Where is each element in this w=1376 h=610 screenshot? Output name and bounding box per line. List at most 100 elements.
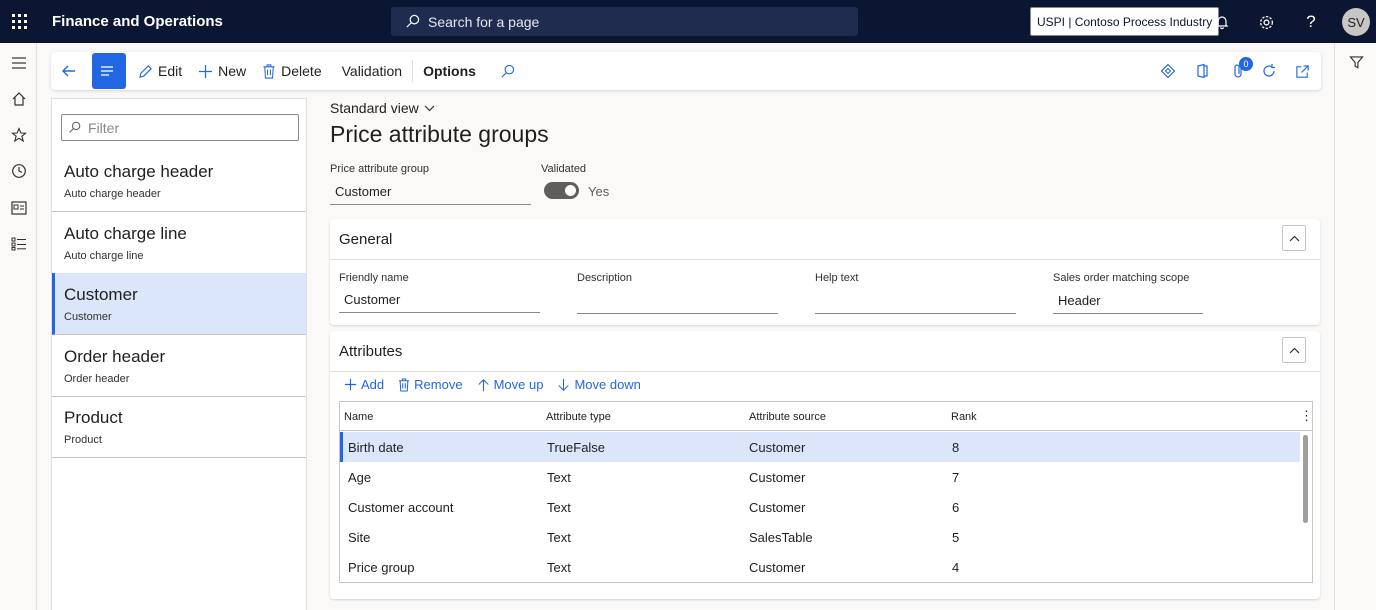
list-panel: Filter Auto charge header Auto charge he… [51, 98, 307, 610]
modules-icon[interactable] [10, 235, 28, 253]
trash-icon [263, 63, 275, 79]
divider [412, 60, 414, 82]
grid-scrollbar[interactable] [1303, 435, 1308, 523]
help-text-field[interactable] [815, 291, 1016, 314]
move-down-button[interactable]: Move down [557, 377, 641, 392]
page-title: Price attribute groups [330, 121, 549, 147]
list-item-selected[interactable]: Customer Customer [52, 273, 306, 335]
list-item-subtitle: Auto charge line [64, 250, 144, 262]
office-icon[interactable] [1192, 61, 1212, 81]
add-button[interactable]: Add [344, 377, 384, 392]
home-icon[interactable] [10, 90, 28, 108]
column-header-attribute-type[interactable]: Attribute type [546, 411, 611, 423]
bell-icon[interactable] [1210, 10, 1234, 34]
view-selector[interactable]: Standard view [330, 100, 435, 116]
cell-attribute-source: Customer [749, 500, 806, 515]
validated-toggle[interactable] [544, 182, 579, 199]
general-collapse-button[interactable] [1282, 225, 1306, 251]
table-row[interactable]: Birth date TrueFalse Customer 8 [340, 432, 1300, 462]
cell-attribute-type: Text [547, 500, 571, 515]
clock-icon[interactable] [10, 162, 28, 180]
app-launcher-icon[interactable] [0, 0, 38, 43]
avatar[interactable]: SV [1342, 8, 1370, 36]
help-icon[interactable]: ? [1299, 10, 1323, 34]
cell-name: Birth date [348, 440, 404, 455]
column-options-icon[interactable]: ⋮ [1300, 408, 1313, 424]
list-item-title: Order header [64, 347, 166, 366]
list-item-subtitle: Customer [64, 311, 112, 323]
right-pane-strip [1334, 43, 1376, 610]
plus-icon [199, 64, 213, 78]
cell-rank: 4 [952, 560, 960, 575]
price-attribute-group-label: Price attribute group [330, 163, 430, 175]
description-field[interactable] [577, 291, 778, 314]
back-button[interactable] [51, 52, 92, 90]
move-down-label: Move down [574, 377, 641, 392]
list-item[interactable]: Order header Order header [52, 335, 306, 397]
cell-rank: 7 [952, 470, 960, 485]
attributes-header[interactable]: Attributes [339, 343, 402, 360]
move-up-button[interactable]: Move up [477, 377, 543, 392]
new-button[interactable]: New [190, 52, 254, 90]
friendly-name-field[interactable]: Customer [339, 290, 540, 313]
cell-name: Site [348, 530, 371, 545]
sales-order-matching-scope-field[interactable]: Header [1053, 291, 1203, 314]
options-tab[interactable]: Options [415, 52, 484, 90]
refresh-icon[interactable] [1259, 61, 1279, 81]
hamburger-icon[interactable] [10, 54, 28, 72]
search-input[interactable]: Search for a page [391, 7, 858, 36]
general-header[interactable]: General [339, 231, 392, 248]
company-picker[interactable]: USPI | Contoso Process Industry [1030, 7, 1220, 36]
cell-attribute-source: Customer [749, 440, 806, 455]
search-icon [501, 64, 515, 78]
pencil-icon [139, 64, 152, 78]
action-search-button[interactable] [484, 52, 528, 90]
table-row[interactable]: Age Text Customer 7 [340, 462, 1300, 492]
divider [330, 371, 1320, 372]
price-attribute-group-field[interactable]: Customer [330, 182, 531, 205]
arrow-up-icon [477, 378, 489, 391]
list-item-title: Auto charge line [64, 224, 187, 243]
back-arrow-icon [62, 65, 75, 77]
table-row[interactable]: Site Text SalesTable 5 [340, 522, 1300, 552]
filter-placeholder: Filter [88, 119, 120, 136]
workspaces-icon[interactable] [10, 199, 28, 217]
chevron-down-icon [424, 105, 435, 111]
open-in-new-window-icon[interactable] [1292, 61, 1312, 81]
validated-value: Yes [588, 184, 610, 199]
cell-attribute-source: Customer [749, 560, 806, 575]
cell-rank: 6 [952, 500, 960, 515]
column-header-name[interactable]: Name [344, 411, 373, 423]
app-title[interactable]: Finance and Operations [52, 13, 223, 30]
table-row[interactable]: Customer account Text Customer 6 [340, 492, 1300, 522]
column-header-rank[interactable]: Rank [951, 411, 977, 423]
list-item[interactable]: Auto charge header Auto charge header [52, 150, 306, 212]
delete-button[interactable]: Delete [254, 52, 329, 90]
view-name: Standard view [330, 100, 419, 116]
attributes-grid: Name Attribute type Attribute source Ran… [339, 401, 1313, 583]
cell-name: Customer account [348, 500, 454, 515]
star-icon[interactable] [10, 126, 28, 144]
arrow-down-icon [558, 378, 570, 391]
gear-icon[interactable] [1254, 10, 1278, 34]
top-bar: Finance and Operations Search for a page… [0, 0, 1376, 43]
attributes-fasttab: Attributes Add Remove Move up Move down … [330, 331, 1320, 599]
column-header-attribute-source[interactable]: Attribute source [749, 411, 826, 423]
remove-button[interactable]: Remove [398, 377, 463, 392]
list-item[interactable]: Product Product [52, 396, 306, 458]
filter-funnel-icon[interactable] [1349, 55, 1364, 73]
new-label: New [218, 63, 247, 79]
list-item-title: Customer [64, 285, 138, 304]
edit-label: Edit [158, 63, 183, 79]
list-item[interactable]: Auto charge line Auto charge line [52, 212, 306, 274]
validation-tab[interactable]: Validation [330, 52, 410, 90]
filter-input[interactable]: Filter [61, 114, 299, 141]
diamond-icon[interactable] [1158, 61, 1178, 81]
cell-rank: 5 [952, 530, 960, 545]
list-item-subtitle: Product [64, 434, 102, 446]
table-row[interactable]: Price group Text Customer 4 [340, 552, 1300, 582]
attachment-icon[interactable]: 0 [1228, 57, 1253, 81]
list-view-button[interactable] [92, 53, 126, 89]
attributes-collapse-button[interactable] [1282, 337, 1306, 363]
edit-button[interactable]: Edit [130, 52, 190, 90]
